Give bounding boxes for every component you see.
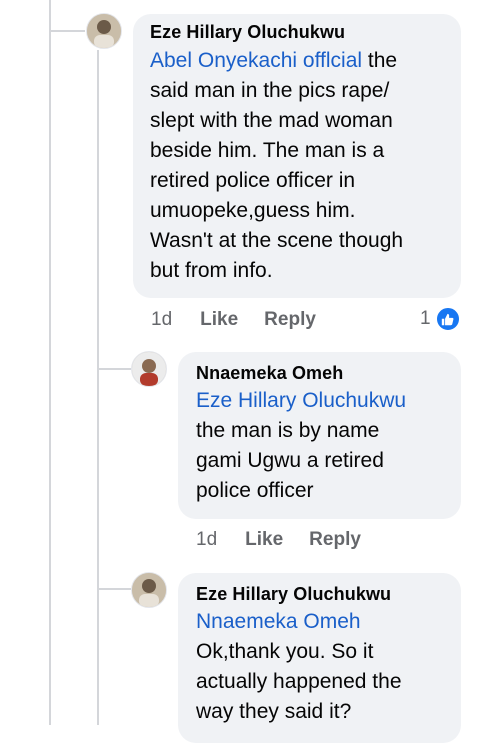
thread-connector-2 bbox=[99, 368, 131, 370]
comment-bubble: Eze Hillary Oluchukwu Abel Onyekachi off… bbox=[133, 14, 461, 298]
timestamp[interactable]: 1d bbox=[151, 309, 172, 331]
reply-button[interactable]: Reply bbox=[309, 529, 361, 551]
comment-text: Abel Onyekachi offlcial the said man in … bbox=[150, 49, 404, 282]
thread-connector-3 bbox=[99, 588, 131, 590]
reaction-summary[interactable]: 1 bbox=[420, 306, 461, 332]
comment-author[interactable]: Eze Hillary Oluchukwu bbox=[150, 22, 444, 43]
comment-text: Nnaemeka Omeh Ok,thank you. So it actual… bbox=[196, 610, 402, 723]
comment-actions: 1d Like Reply bbox=[151, 309, 342, 331]
comment-text: Eze Hillary Oluchukwu the man is by name… bbox=[196, 389, 407, 502]
avatar[interactable] bbox=[86, 13, 122, 49]
timestamp[interactable]: 1d bbox=[196, 529, 217, 551]
comment-author[interactable]: Nnaemeka Omeh bbox=[196, 363, 443, 384]
comment-bubble: Eze Hillary Oluchukwu Nnaemeka Omeh Ok,t… bbox=[178, 573, 461, 743]
reaction-count: 1 bbox=[420, 308, 431, 329]
like-button[interactable]: Like bbox=[245, 529, 283, 551]
comment-author[interactable]: Eze Hillary Oluchukwu bbox=[196, 584, 443, 605]
mention-link[interactable]: Abel Onyekachi offlcial bbox=[150, 49, 362, 72]
mention-link[interactable]: Eze Hillary Oluchukwu bbox=[196, 389, 406, 412]
comment-bubble: Nnaemeka Omeh Eze Hillary Oluchukwu the … bbox=[178, 352, 461, 519]
reply-button[interactable]: Reply bbox=[264, 309, 316, 331]
avatar[interactable] bbox=[131, 572, 167, 608]
like-button[interactable]: Like bbox=[200, 309, 238, 331]
comment-actions: 1d Like Reply bbox=[196, 529, 387, 551]
thread-connector-1 bbox=[51, 30, 85, 32]
like-icon bbox=[434, 306, 461, 332]
thread-line-outer bbox=[49, 0, 51, 725]
mention-link[interactable]: Nnaemeka Omeh bbox=[196, 610, 361, 633]
avatar[interactable] bbox=[131, 351, 167, 387]
thread-line-inner bbox=[97, 50, 99, 725]
